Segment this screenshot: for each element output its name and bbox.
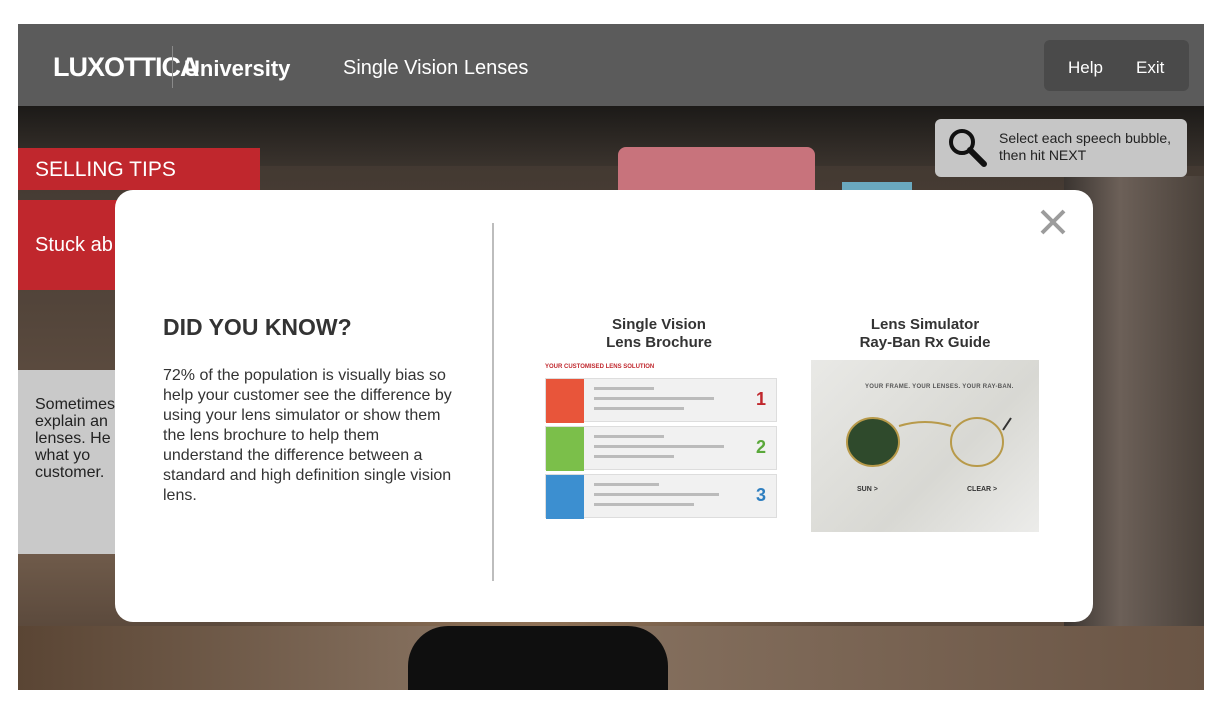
resource-title-line1: Lens Simulator [870, 316, 980, 333]
brand-suffix: University [184, 56, 291, 81]
brochure-row: 3 [545, 474, 777, 519]
course-title: Single Vision Lenses [343, 57, 529, 79]
brochure-step-number: 1 [755, 389, 766, 409]
modal-title: DID YOU KNOW? [163, 314, 352, 340]
lens-brochure-link[interactable]: Single Vision Lens Brochure YOUR CUSTOMI… [541, 316, 777, 532]
aviator-sunglasses-icon [846, 417, 1012, 467]
help-button[interactable]: Help [1068, 58, 1103, 78]
brochure-line [594, 503, 694, 506]
selling-tips-label: SELLING TIPS [35, 158, 176, 181]
brochure-line [594, 397, 714, 400]
brochure-tag [546, 379, 584, 423]
brochure-row: 2 [545, 426, 777, 471]
close-icon[interactable] [1037, 206, 1069, 238]
did-you-know-modal: DID YOU KNOW? 72% of the population is v… [115, 190, 1093, 622]
instruction-hint: Select each speech bubble, then hit NEXT [935, 119, 1187, 177]
brochure-step-number: 3 [755, 485, 766, 505]
brochure-line [594, 455, 674, 458]
selling-tips-header: SELLING TIPS [18, 148, 260, 190]
brochure-tag [546, 427, 584, 471]
clear-link[interactable]: CLEAR > [967, 486, 997, 493]
brochure-thumbnail[interactable]: YOUR CUSTOMISED LENS SOLUTION 1 2 3 [541, 360, 777, 532]
course-stage: SELLING TIPS Stuck ab Sometimes explain … [18, 24, 1204, 690]
resource-title-line2: Ray-Ban Rx Guide [859, 334, 991, 351]
brochure-step-number: 2 [755, 437, 766, 457]
brochure-line [594, 483, 659, 486]
brochure-line [594, 407, 684, 410]
logo-divider [172, 46, 173, 88]
nav-button-group: Help Exit [1044, 40, 1189, 91]
brochure-line [594, 493, 719, 496]
modal-divider [492, 223, 494, 581]
luxottica-logo: LUXOTTICA [53, 52, 199, 82]
brochure-tag [546, 475, 584, 519]
brochure-line [594, 445, 724, 448]
brochure-row: 1 [545, 378, 777, 423]
brochure-heading: YOUR CUSTOMISED LENS SOLUTION [545, 364, 655, 370]
resource-title-line1: Single Vision [612, 316, 706, 333]
modal-body-text: 72% of the population is visually bias s… [163, 367, 452, 504]
exit-button[interactable]: Exit [1136, 58, 1164, 78]
resource-title-line2: Lens Brochure [606, 334, 712, 351]
sun-link[interactable]: SUN > [857, 486, 878, 493]
top-bar: LUXOTTICA University Single Vision Lense… [18, 24, 1204, 106]
magnifier-icon [947, 127, 989, 174]
simulator-thumbnail[interactable]: YOUR FRAME. YOUR LENSES. YOUR RAY-BAN. S… [811, 360, 1039, 532]
brochure-line [594, 435, 664, 438]
brochure-line [594, 387, 654, 390]
hint-text: Select each speech bubble, then hit NEXT [999, 130, 1172, 163]
speech-bubble-text: Stuck ab [35, 234, 113, 256]
scene-person [408, 626, 668, 690]
lens-simulator-link[interactable]: Lens Simulator Ray-Ban Rx Guide YOUR FRA… [811, 316, 1039, 532]
